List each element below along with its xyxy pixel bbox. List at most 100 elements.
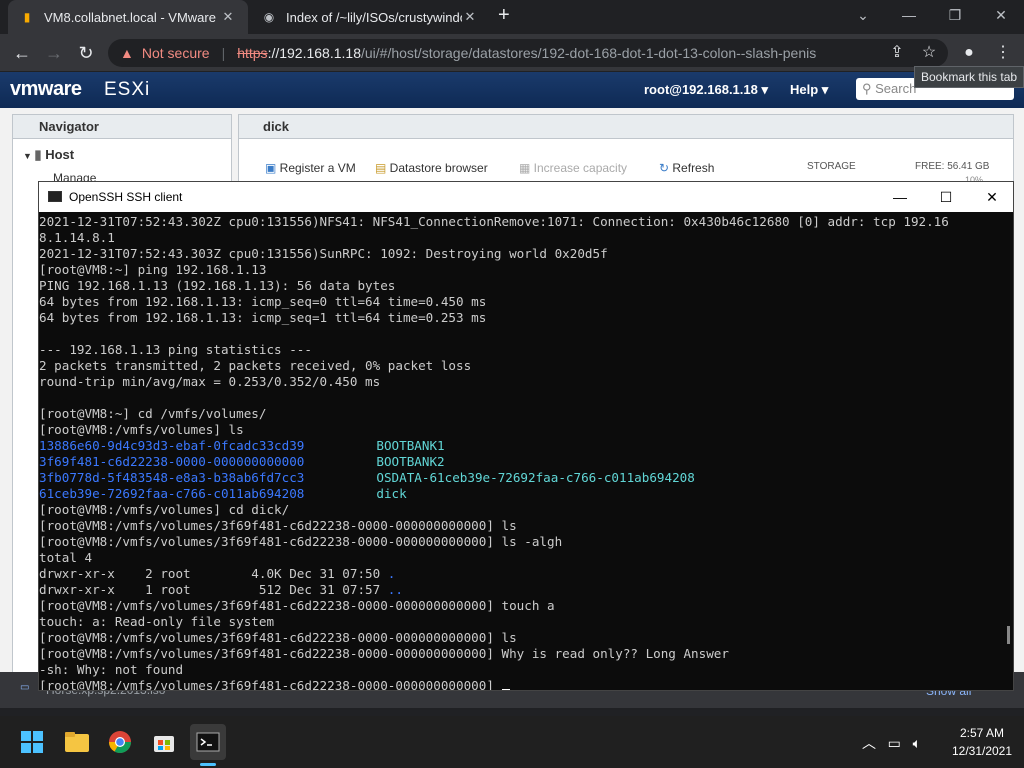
nav-item-host[interactable]: ▼ ▮ Host [23, 147, 74, 163]
line-text: total 4 [39, 550, 93, 565]
user-menu[interactable]: root@192.168.1.18 ▾ [644, 82, 768, 98]
browser-icon: ▤ [375, 161, 390, 175]
terminal-app-icon[interactable] [190, 724, 226, 760]
terminal-maximize-icon[interactable]: ☐ [923, 182, 969, 212]
start-icon[interactable] [14, 724, 50, 760]
reload-icon[interactable]: ↻ [70, 34, 102, 72]
tab-search-icon[interactable]: ⌄ [840, 0, 886, 30]
security-status[interactable]: Not secure [142, 45, 210, 61]
close-window-icon[interactable]: ✕ [978, 0, 1024, 30]
terminal-output[interactable]: 2021-12-31T07:52:43.302Z cpu0:131556)NFS… [39, 212, 1005, 690]
line-text: drwxr-xr-x 1 root 512 Dec 31 07:57 [39, 582, 388, 597]
console-icon [48, 191, 62, 202]
terminal-line: [root@VM8:/vmfs/volumes/3f69f481-c6d2223… [39, 534, 1005, 550]
terminal-line: PING 192.168.1.13 (192.168.1.13): 56 dat… [39, 278, 1005, 294]
line-text: --- 192.168.1.13 ping statistics --- [39, 342, 312, 357]
restore-icon[interactable]: ❐ [932, 0, 978, 30]
terminal-line: [root@VM8:/vmfs/volumes] cd dick/ [39, 502, 1005, 518]
close-tab-icon[interactable]: ✕ [462, 9, 478, 25]
capacity-icon: ▦ [519, 161, 534, 175]
browser-toolbar: ← → ↻ ▲ Not secure | https://192.168.1.1… [0, 34, 1024, 72]
volume-name: BOOTBANK2 [376, 454, 445, 469]
help-menu[interactable]: Help ▾ [790, 82, 828, 98]
line-text: 64 bytes from 192.168.1.13: icmp_seq=1 t… [39, 310, 487, 325]
tab-title: VM8.collabnet.local - VMware ESXi [44, 9, 220, 25]
terminal-scroll-thumb[interactable] [1007, 626, 1010, 644]
new-tab-button[interactable]: + [498, 4, 510, 27]
chevron-up-icon[interactable]: ︿ [862, 735, 876, 751]
network-icon[interactable]: ▭ [888, 735, 901, 751]
register-vm-button[interactable]: ▣ Register a VM [265, 161, 356, 175]
line-text: [root@VM8:/vmfs/volumes/3f69f481-c6d2223… [39, 534, 563, 549]
terminal-minimize-icon[interactable]: — [877, 182, 923, 212]
store-icon[interactable] [146, 724, 182, 760]
volume-icon[interactable]: 🔈︎ [913, 735, 921, 751]
terminal-line: 64 bytes from 192.168.1.13: icmp_seq=1 t… [39, 310, 1005, 326]
clock-date[interactable]: 12/31/2021 [950, 744, 1014, 758]
line-text: [root@VM8:/vmfs/volumes] cd dick/ [39, 502, 290, 517]
terminal-titlebar[interactable]: OpenSSH SSH client — ☐ ✕ [39, 182, 1013, 212]
windows-taskbar: ︿ ▭ 🔈︎ 2:57 AM 12/31/2021 [0, 716, 1024, 768]
line-text: -sh: Why: not found [39, 662, 184, 677]
terminal-close-icon[interactable]: ✕ [969, 182, 1015, 212]
line-text: [root@VM8:/vmfs/volumes/3f69f481-c6d2223… [39, 518, 517, 533]
terminal-line: [root@VM8:~] cd /vmfs/volumes/ [39, 406, 1005, 422]
url-host: ://192.168.1.18 [267, 45, 361, 61]
line-text: [root@VM8:/vmfs/volumes/3f69f481-c6d2223… [39, 678, 502, 690]
ssh-terminal-window[interactable]: OpenSSH SSH client — ☐ ✕ 2021-12-31T07:5… [38, 181, 1014, 691]
address-bar[interactable]: ▲ Not secure | https://192.168.1.18/ui/#… [108, 39, 948, 67]
terminal-line: 2021-12-31T07:52:43.303Z cpu0:131556)Sun… [39, 246, 1005, 262]
increase-capacity-label: Increase capacity [533, 161, 628, 175]
line-text: PING 192.168.1.13 (192.168.1.13): 56 dat… [39, 278, 396, 293]
refresh-label: Refresh [672, 161, 715, 175]
line-text: 64 bytes from 192.168.1.13: icmp_seq=0 t… [39, 294, 487, 309]
terminal-line: 3f69f481-c6d22238-0000-000000000000 BOOTB… [39, 454, 1005, 470]
minimize-icon[interactable]: — [886, 0, 932, 30]
url-scheme: https [237, 45, 268, 61]
line-text: [root@VM8:/vmfs/volumes/3f69f481-c6d2223… [39, 646, 729, 661]
terminal-line: 2021-12-31T07:52:43.302Z cpu0:131556)NFS… [39, 214, 1005, 230]
navigator-title: Navigator [13, 115, 231, 139]
refresh-button[interactable]: ↻ Refresh [659, 161, 714, 175]
terminal-line: --- 192.168.1.13 ping statistics --- [39, 342, 1005, 358]
datastore-browser-button[interactable]: ▤ Datastore browser [375, 161, 488, 175]
dir-entry: .. [387, 582, 403, 597]
file-explorer-icon[interactable] [59, 724, 95, 760]
clock-time[interactable]: 2:57 AM [950, 726, 1014, 740]
terminal-scrollbar[interactable] [1005, 212, 1013, 690]
volume-uuid: 3f69f481-c6d22238-0000-000000000000 [39, 454, 305, 469]
refresh-icon: ↻ [659, 161, 673, 175]
terminal-line: 64 bytes from 192.168.1.13: icmp_seq=0 t… [39, 294, 1005, 310]
line-text: 2021-12-31T07:52:43.303Z cpu0:131556)Sun… [39, 246, 608, 261]
volume-name: dick [376, 486, 407, 501]
product-name: ESXi [104, 79, 151, 100]
line-text: [root@VM8:/vmfs/volumes/3f69f481-c6d2223… [39, 630, 517, 645]
server-icon: ▮ [34, 147, 46, 162]
share-icon[interactable]: ⇪ [880, 34, 914, 72]
terminal-line: drwxr-xr-x 2 root 4.0K Dec 31 07:50 . [39, 566, 1005, 582]
terminal-line: 61ceb39e-72692faa-c766-c011ab694208 dick [39, 486, 1005, 502]
tab-esxi[interactable]: ▮ VM8.collabnet.local - VMware ESXi ✕ [8, 0, 248, 34]
expand-icon[interactable]: ▼ [23, 151, 34, 161]
dir-entry: . [387, 566, 396, 581]
search-icon: ⚲ [862, 81, 876, 96]
volume-name: OSDATA-61ceb39e-72692faa-c766-c011ab6942… [376, 470, 695, 485]
register-vm-label: Register a VM [279, 161, 356, 175]
vmware-favicon-icon: ▮ [23, 10, 31, 24]
tab-index[interactable]: ◉ Index of /~lily/ISOs/crustywindows ✕ [250, 0, 490, 34]
close-tab-icon[interactable]: ✕ [220, 9, 236, 25]
datastore-title: dick [239, 115, 1013, 139]
forward-arrow-icon[interactable]: → [38, 34, 70, 72]
free-space-label: FREE: 56.41 GB [915, 161, 990, 172]
back-arrow-icon[interactable]: ← [6, 34, 38, 72]
terminal-line: [root@VM8:/vmfs/volumes/3f69f481-c6d2223… [39, 630, 1005, 646]
increase-capacity-button[interactable]: ▦ Increase capacity [519, 161, 627, 175]
vmware-logo: vmware [10, 78, 82, 100]
esxi-header: vmware ESXi root@192.168.1.18 ▾ Help ▾ ⚲… [0, 72, 1024, 108]
line-text: 2021-12-31T07:52:43.302Z cpu0:131556)NFS… [39, 214, 949, 229]
chrome-icon[interactable] [102, 724, 138, 760]
browser-tab-bar: ▮ VM8.collabnet.local - VMware ESXi ✕ ◉ … [0, 0, 1024, 34]
terminal-line: round-trip min/avg/max = 0.253/0.352/0.4… [39, 374, 1005, 390]
